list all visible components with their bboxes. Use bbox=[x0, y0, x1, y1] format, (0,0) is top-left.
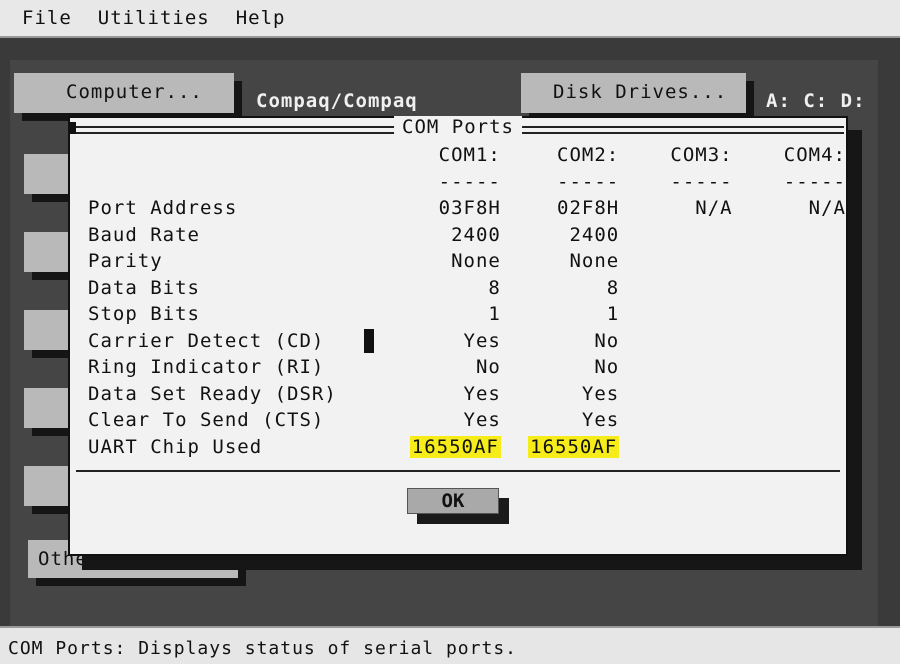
table-row: Baud Rate 2400 2400 bbox=[88, 222, 846, 249]
table-row: Port Address 03F8H 02F8H N/A N/A bbox=[88, 195, 846, 222]
row-label: Carrier Detect (CD) bbox=[88, 329, 325, 352]
cell-value: None bbox=[451, 250, 501, 273]
table-row: Data Set Ready (DSR) Yes Yes bbox=[88, 381, 846, 408]
cell-value: 8 bbox=[606, 276, 620, 299]
ports-table: COM1: COM2: COM3: COM4: ----- ----- ----… bbox=[88, 142, 846, 460]
header-underline: ----- bbox=[438, 170, 501, 193]
table-row: Ring Indicator (RI) No No bbox=[88, 354, 846, 381]
menu-bar: File Utilities Help bbox=[0, 0, 900, 38]
cell-value: 1 bbox=[488, 303, 501, 326]
cell-value: Yes bbox=[581, 409, 620, 432]
computer-button-label: Computer... bbox=[66, 81, 203, 103]
row-label: Baud Rate bbox=[88, 223, 200, 246]
column-header: COM3: bbox=[670, 144, 733, 167]
computer-value: Compaq/Compaq bbox=[256, 90, 418, 112]
header-underline: ----- bbox=[783, 170, 846, 193]
table-row: UART Chip Used 16550AF 16550AF bbox=[88, 434, 846, 461]
cell-value: 8 bbox=[488, 276, 501, 299]
row-label: Data Set Ready (DSR) bbox=[88, 382, 337, 405]
screen: File Utilities Help Computer... Compaq/C… bbox=[0, 0, 900, 664]
header-underline: ----- bbox=[670, 170, 733, 193]
column-header: COM4: bbox=[783, 144, 846, 167]
table-row: Clear To Send (CTS) Yes Yes bbox=[88, 407, 846, 434]
table-row: Parity None None bbox=[88, 248, 846, 275]
row-label: Parity bbox=[88, 250, 163, 273]
ok-button[interactable]: OK bbox=[407, 488, 499, 514]
menu-utilities[interactable]: Utilities bbox=[98, 7, 210, 29]
com-ports-dialog: COM Ports COM1: COM2: COM3: COM4: ----- … bbox=[68, 116, 848, 556]
row-label: Clear To Send (CTS) bbox=[88, 409, 325, 432]
disk-drives-button-label: Disk Drives... bbox=[553, 81, 728, 103]
cell-value: 2400 bbox=[451, 223, 501, 246]
dialog-titlebar: COM Ports bbox=[70, 116, 846, 142]
table-row: Data Bits 8 8 bbox=[88, 275, 846, 302]
row-label: Stop Bits bbox=[88, 303, 200, 326]
cell-value: Yes bbox=[463, 382, 501, 405]
menu-file[interactable]: File bbox=[22, 7, 72, 29]
cell-value: 02F8H bbox=[557, 197, 620, 220]
close-box-icon[interactable] bbox=[70, 122, 76, 134]
ok-button-label: OK bbox=[441, 490, 465, 512]
cell-value: N/A bbox=[808, 197, 846, 220]
cell-value: No bbox=[594, 356, 620, 379]
cell-value: Yes bbox=[581, 382, 620, 405]
row-label: Ring Indicator (RI) bbox=[88, 356, 325, 379]
computer-button[interactable]: Computer... bbox=[14, 73, 234, 113]
header-underline-row: ----- ----- ----- ----- bbox=[88, 169, 846, 196]
cell-value: 2400 bbox=[569, 223, 620, 246]
table-header-row: COM1: COM2: COM3: COM4: bbox=[88, 142, 846, 169]
dialog-title: COM Ports bbox=[394, 116, 522, 138]
cell-value: 03F8H bbox=[438, 197, 501, 220]
table-row: Stop Bits 1 1 bbox=[88, 301, 846, 328]
cell-value: None bbox=[569, 250, 620, 273]
header-underline: ----- bbox=[557, 170, 620, 193]
menu-help[interactable]: Help bbox=[236, 7, 286, 29]
dialog-separator bbox=[76, 470, 840, 472]
text-cursor-icon bbox=[364, 328, 375, 353]
cell-value: 1 bbox=[606, 303, 620, 326]
cell-value: No bbox=[594, 329, 620, 352]
cell-value: No bbox=[475, 356, 501, 379]
disk-drives-button[interactable]: Disk Drives... bbox=[521, 73, 746, 113]
cell-value: Yes bbox=[463, 329, 501, 352]
cell-value: Yes bbox=[463, 409, 501, 432]
row-label: Data Bits bbox=[88, 276, 200, 299]
status-text: COM Ports: Displays status of serial por… bbox=[8, 638, 517, 659]
column-header: COM1: bbox=[438, 144, 501, 167]
status-bar: COM Ports: Displays status of serial por… bbox=[0, 626, 900, 664]
uart-chip-value: 16550AF bbox=[528, 435, 620, 458]
disk-drives-value: A: C: D: bbox=[766, 90, 866, 112]
row-label: Port Address bbox=[88, 197, 238, 220]
cell-value: N/A bbox=[695, 197, 733, 220]
column-header: COM2: bbox=[557, 144, 620, 167]
uart-chip-value: 16550AF bbox=[409, 435, 501, 458]
row-label: UART Chip Used bbox=[88, 435, 263, 458]
table-row: Carrier Detect (CD) Yes No bbox=[88, 328, 846, 355]
